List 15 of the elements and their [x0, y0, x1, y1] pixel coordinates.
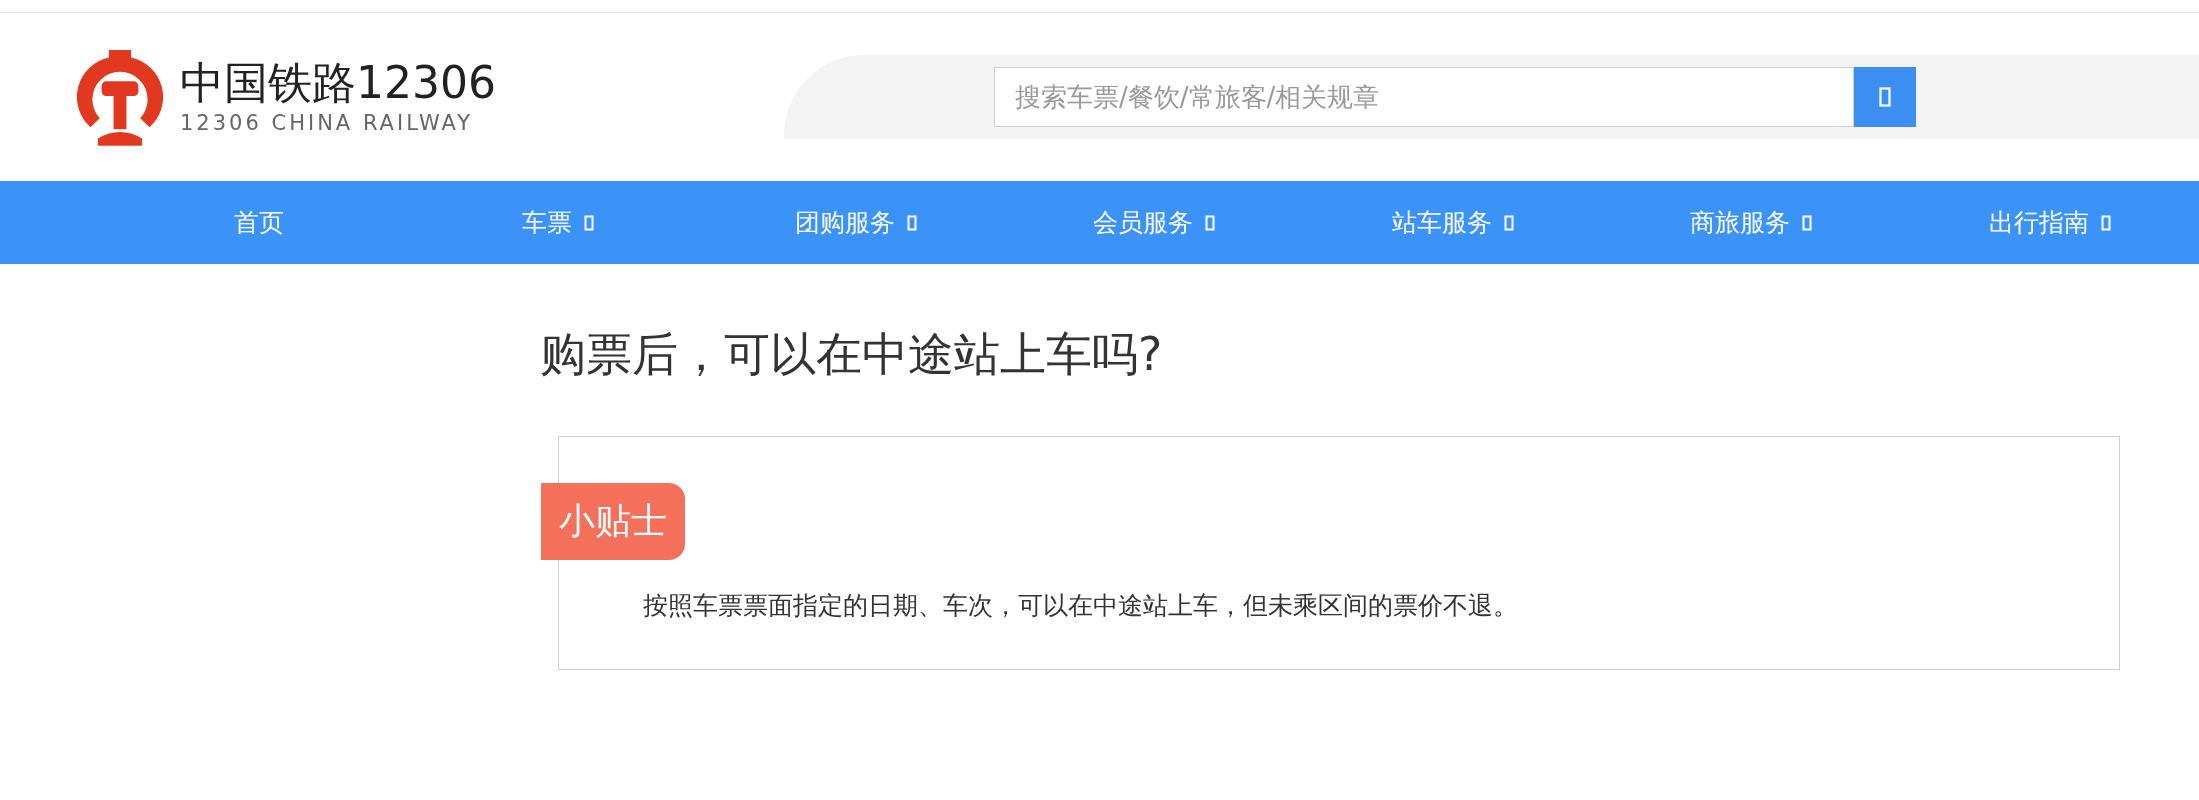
nav-item[interactable]: 商旅服务	[1602, 206, 1901, 239]
search-field[interactable]: 搜索车票/餐饮/常旅客/相关规章	[994, 67, 1854, 127]
nav-item[interactable]: 会员服务	[1005, 206, 1304, 239]
nav-item[interactable]: 出行指南	[1900, 206, 2199, 239]
nav-item[interactable]: 站车服务	[1303, 206, 1603, 239]
box-icon	[1879, 87, 1891, 107]
site-title: 中国铁路12306	[180, 58, 496, 108]
tip-tag: 小贴士	[541, 483, 685, 560]
nav-item[interactable]: 车票	[408, 206, 707, 239]
nav-item[interactable]: 团购服务	[706, 206, 1006, 239]
nav-item[interactable]: 首页	[110, 206, 409, 239]
site-subtitle: 12306 CHINA RAILWAY	[180, 111, 475, 136]
search-button[interactable]	[1854, 67, 1916, 127]
question-heading: 购票后，可以在中途站上车吗?	[540, 326, 1164, 383]
tip-text: 按照车票票面指定的日期、车次，可以在中途站上车，但未乘区间的票价不退。	[643, 590, 1518, 622]
